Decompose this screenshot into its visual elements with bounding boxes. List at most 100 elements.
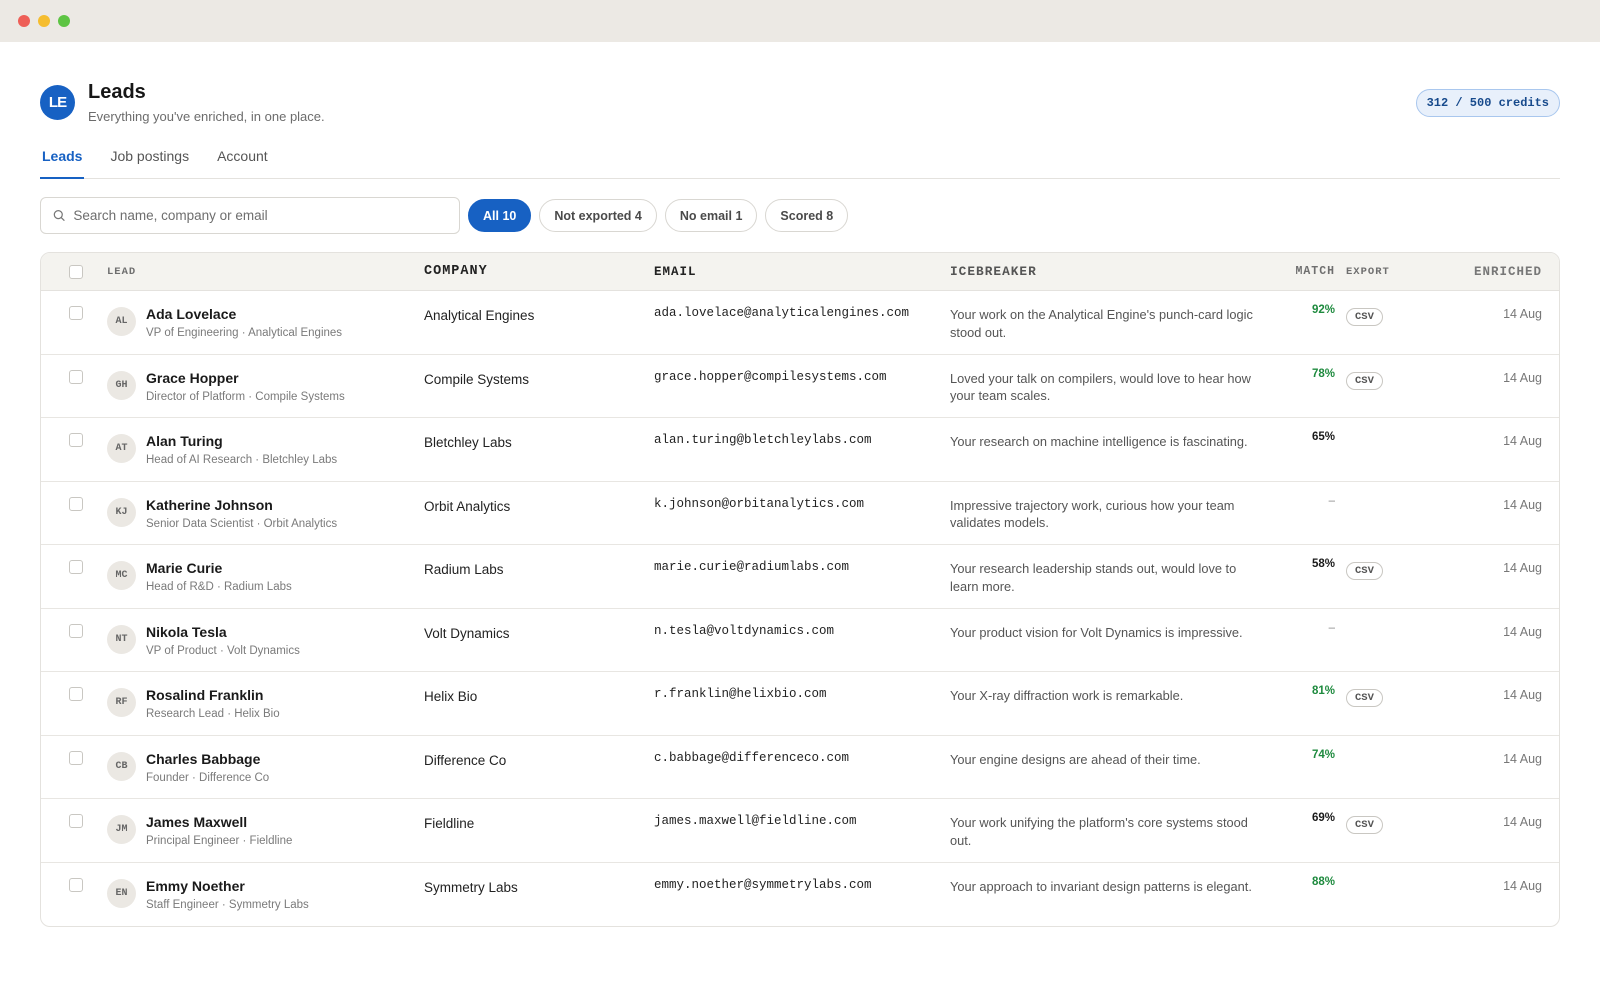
row-checkbox[interactable] (69, 306, 83, 320)
row-checkbox[interactable] (69, 750, 83, 765)
icebreaker-cell: Your approach to invariant design patter… (950, 878, 1252, 894)
enriched-date: 14 Aug (1503, 751, 1542, 766)
lead-name[interactable]: Rosalind Franklin (146, 687, 280, 704)
select-all-checkbox[interactable] (69, 264, 83, 279)
row-checkbox[interactable] (69, 496, 83, 511)
filter-scored[interactable]: Scored 8 (765, 199, 849, 232)
row-checkbox[interactable] (69, 877, 83, 892)
icebreaker-cell: Your work on the Analytical Engine's pun… (950, 307, 1253, 340)
filter-all[interactable]: All 10 (468, 199, 532, 232)
column-header-enriched[interactable]: ENRICHED (1410, 265, 1559, 279)
table-row[interactable]: MC Marie Curie Head of R&D · Radium Labs… (41, 545, 1559, 609)
row-checkbox[interactable] (69, 369, 83, 384)
company-cell: Helix Bio (424, 689, 478, 704)
export-cell (1335, 736, 1410, 799)
row-checkbox[interactable] (69, 814, 83, 828)
tab-bar: Leads Job postings Account (40, 146, 1560, 179)
tab-job-postings[interactable]: Job postings (108, 146, 191, 179)
export-cell (1335, 418, 1410, 481)
match-score: 74% (1311, 748, 1335, 761)
match-score: 88% (1311, 875, 1335, 888)
lead-name[interactable]: Charles Babbage (146, 751, 269, 768)
column-header-icebreaker[interactable]: ICEBREAKER (950, 263, 1285, 281)
icebreaker-cell: Your research on machine intelligence is… (950, 434, 1248, 449)
table-row[interactable]: RF Rosalind Franklin Research Lead · Hel… (41, 672, 1559, 736)
lead-role: Principal Engineer · Fieldline (146, 835, 293, 847)
company-cell: Symmetry Labs (424, 879, 518, 895)
table-row[interactable]: JM James Maxwell Principal Engineer · Fi… (41, 799, 1559, 863)
lead-name[interactable]: Ada Lovelace (146, 306, 342, 323)
brand: LE Leads Everything you've enriched, in … (40, 80, 325, 124)
lead-name[interactable]: Grace Hopper (146, 370, 345, 387)
row-checkbox[interactable] (69, 623, 83, 638)
match-score: 69% (1311, 812, 1335, 824)
table-row[interactable]: AT Alan Turing Head of AI Research · Ble… (41, 418, 1559, 482)
enriched-date: 14 Aug (1503, 688, 1542, 702)
icebreaker-cell: Loved your talk on compilers, would love… (950, 370, 1251, 404)
match-score: 78% (1311, 367, 1335, 380)
maximize-window-button[interactable] (58, 15, 70, 27)
column-header-lead[interactable]: LEAD (107, 266, 424, 278)
csv-export-badge[interactable]: CSV (1346, 689, 1383, 707)
tab-account[interactable]: Account (215, 146, 270, 179)
table-row[interactable]: CB Charles Babbage Founder · Difference … (41, 736, 1559, 799)
avatar: KJ (107, 497, 136, 527)
enriched-date: 14 Aug (1503, 878, 1542, 893)
export-cell (1335, 863, 1410, 927)
export-cell: CSV (1335, 291, 1410, 354)
leads-table: LEAD COMPANY EMAIL ICEBREAKER MATCH EXPO… (40, 252, 1560, 927)
column-header-company[interactable]: COMPANY (424, 264, 654, 279)
csv-export-badge[interactable]: CSV (1346, 371, 1383, 390)
icebreaker-cell: Your research leadership stands out, wou… (950, 561, 1237, 594)
table-row[interactable]: AL Ada Lovelace VP of Engineering · Anal… (41, 291, 1559, 355)
search-box[interactable] (40, 197, 460, 234)
lead-name[interactable]: Alan Turing (146, 433, 337, 450)
company-cell: Volt Dynamics (424, 625, 510, 641)
filter-toolbar: All 10 Not exported 4 No email 1 Scored … (40, 197, 1560, 234)
csv-export-badge[interactable]: CSV (1346, 562, 1383, 580)
match-score: – (1328, 494, 1335, 507)
tab-leads[interactable]: Leads (40, 146, 85, 179)
table-row[interactable]: GH Grace Hopper Director of Platform · C… (41, 355, 1559, 418)
enriched-date: 14 Aug (1503, 497, 1542, 512)
filter-not-exported[interactable]: Not exported 4 (539, 199, 657, 232)
table-header: LEAD COMPANY EMAIL ICEBREAKER MATCH EXPO… (41, 253, 1559, 291)
filter-no-email[interactable]: No email 1 (664, 199, 758, 232)
table-row[interactable]: EN Emmy Noether Staff Engineer · Symmetr… (41, 863, 1559, 927)
table-body: AL Ada Lovelace VP of Engineering · Anal… (41, 291, 1559, 926)
close-window-button[interactable] (18, 15, 30, 27)
avatar: JM (107, 815, 136, 844)
row-checkbox[interactable] (69, 560, 83, 574)
search-input[interactable] (73, 208, 459, 223)
enriched-date: 14 Aug (1503, 370, 1542, 385)
email-cell: emmy.noether@symmetrylabs.com (654, 877, 872, 892)
column-header-match[interactable]: MATCH (1285, 265, 1335, 278)
column-header-export[interactable]: EXPORT (1335, 266, 1410, 278)
table-row[interactable]: NT Nikola Tesla VP of Product · Volt Dyn… (41, 609, 1559, 672)
column-header-email[interactable]: EMAIL (654, 265, 950, 279)
icebreaker-cell: Your work unifying the platform's core s… (950, 815, 1248, 848)
lead-role: VP of Engineering · Analytical Engines (146, 327, 343, 339)
row-checkbox[interactable] (69, 433, 83, 447)
lead-name[interactable]: Emmy Noether (146, 878, 309, 895)
credits-badge: 312 / 500 credits (1415, 89, 1560, 117)
company-cell: Difference Co (424, 752, 507, 768)
row-checkbox[interactable] (69, 687, 83, 701)
minimize-window-button[interactable] (38, 15, 50, 27)
lead-name[interactable]: James Maxwell (146, 814, 292, 831)
company-cell: Compile Systems (424, 371, 530, 387)
table-row[interactable]: KJ Katherine Johnson Senior Data Scienti… (41, 482, 1559, 545)
email-cell: alan.turing@bletchleylabs.com (654, 433, 872, 447)
csv-export-badge[interactable]: CSV (1346, 816, 1383, 834)
lead-name[interactable]: Nikola Tesla (146, 624, 300, 641)
match-score: 92% (1311, 304, 1335, 316)
export-cell: CSV (1335, 355, 1410, 418)
lead-role: Head of R&D · Radium Labs (146, 581, 292, 593)
match-score: 65% (1311, 431, 1335, 443)
email-cell: n.tesla@voltdynamics.com (654, 623, 835, 638)
app-logo: LE (40, 85, 75, 120)
lead-name[interactable]: Marie Curie (146, 560, 292, 577)
csv-export-badge[interactable]: CSV (1346, 308, 1383, 326)
avatar: CB (107, 751, 136, 781)
lead-name[interactable]: Katherine Johnson (146, 497, 337, 514)
